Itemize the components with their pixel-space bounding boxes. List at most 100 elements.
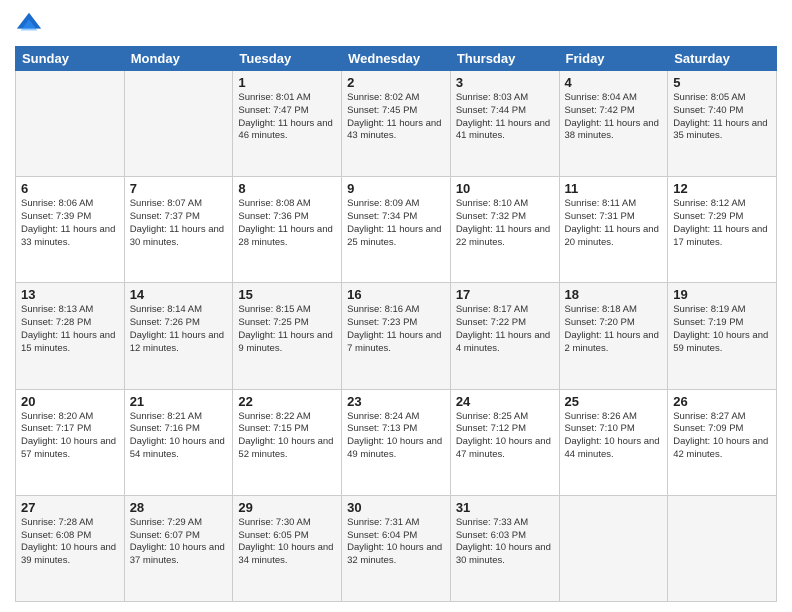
day-number: 1 [238, 75, 336, 90]
calendar-header-thursday: Thursday [450, 47, 559, 71]
calendar-cell: 29 Sunrise: 7:30 AM Sunset: 6:05 PM Dayli… [233, 495, 342, 601]
day-info: Sunrise: 7:29 AM Sunset: 6:07 PM Dayligh… [130, 517, 228, 568]
day-number: 21 [130, 394, 228, 409]
day-number: 8 [238, 181, 336, 196]
day-info: Sunrise: 8:10 AM Sunset: 7:32 PM Dayligh… [456, 198, 554, 249]
day-number: 27 [21, 500, 119, 515]
day-number: 17 [456, 287, 554, 302]
calendar-cell: 8 Sunrise: 8:08 AM Sunset: 7:36 PM Daylig… [233, 177, 342, 283]
day-number: 24 [456, 394, 554, 409]
day-info: Sunrise: 8:04 AM Sunset: 7:42 PM Dayligh… [565, 92, 663, 143]
calendar-cell: 10Sunrise: 8:10 AM Sunset: 7:32 PM Dayli… [450, 177, 559, 283]
day-number: 16 [347, 287, 445, 302]
calendar-cell: 19Sunrise: 8:19 AM Sunset: 7:19 PM Dayli… [668, 283, 777, 389]
day-number: 5 [673, 75, 771, 90]
day-info: Sunrise: 8:05 AM Sunset: 7:40 PM Dayligh… [673, 92, 771, 143]
calendar-cell: 20 Sunrise: 8:20 AM Sunset: 7:17 PM Dayli… [16, 389, 125, 495]
day-info: Sunrise: 8:18 AM Sunset: 7:20 PM Dayligh… [565, 304, 663, 355]
day-number: 23 [347, 394, 445, 409]
calendar-header-friday: Friday [559, 47, 668, 71]
day-info: Sunrise: 8:06 AM Sunset: 7:39 PM Dayligh… [21, 198, 119, 249]
day-number: 12 [673, 181, 771, 196]
day-info: Sunrise: 8:03 AM Sunset: 7:44 PM Dayligh… [456, 92, 554, 143]
day-info: Sunrise: 8:08 AM Sunset: 7:36 PM Dayligh… [238, 198, 336, 249]
calendar-cell [16, 71, 125, 177]
day-number: 28 [130, 500, 228, 515]
calendar-cell: 12 Sunrise: 8:12 AM Sunset: 7:29 PM Dayli… [668, 177, 777, 283]
day-info: Sunrise: 8:17 AM Sunset: 7:22 PM Dayligh… [456, 304, 554, 355]
day-info: Sunrise: 8:12 AM Sunset: 7:29 PM Dayligh… [673, 198, 771, 249]
day-number: 9 [347, 181, 445, 196]
day-info: Sunrise: 8:22 AM Sunset: 7:15 PM Dayligh… [238, 411, 336, 462]
day-number: 29 [238, 500, 336, 515]
calendar-header-sunday: Sunday [16, 47, 125, 71]
calendar-table: SundayMondayTuesdayWednesdayThursdayFrid… [15, 46, 777, 602]
calendar-cell: 5 Sunrise: 8:05 AM Sunset: 7:40 PM Daylig… [668, 71, 777, 177]
calendar-week-4: 20 Sunrise: 8:20 AM Sunset: 7:17 PM Dayli… [16, 389, 777, 495]
calendar-cell: 9 Sunrise: 8:09 AM Sunset: 7:34 PM Daylig… [342, 177, 451, 283]
calendar-cell [124, 71, 233, 177]
day-info: Sunrise: 7:33 AM Sunset: 6:03 PM Dayligh… [456, 517, 554, 568]
day-info: Sunrise: 8:09 AM Sunset: 7:34 PM Dayligh… [347, 198, 445, 249]
day-info: Sunrise: 7:31 AM Sunset: 6:04 PM Dayligh… [347, 517, 445, 568]
day-number: 26 [673, 394, 771, 409]
calendar-cell: 17 Sunrise: 8:17 AM Sunset: 7:22 PM Dayli… [450, 283, 559, 389]
day-number: 7 [130, 181, 228, 196]
page: SundayMondayTuesdayWednesdayThursdayFrid… [0, 0, 792, 612]
calendar-cell: 11 Sunrise: 8:11 AM Sunset: 7:31 PM Dayli… [559, 177, 668, 283]
calendar-cell [668, 495, 777, 601]
day-number: 3 [456, 75, 554, 90]
day-number: 6 [21, 181, 119, 196]
day-info: Sunrise: 8:01 AM Sunset: 7:47 PM Dayligh… [238, 92, 336, 143]
calendar-header-saturday: Saturday [668, 47, 777, 71]
calendar-cell: 21Sunrise: 8:21 AM Sunset: 7:16 PM Dayli… [124, 389, 233, 495]
calendar-cell [559, 495, 668, 601]
day-info: Sunrise: 8:15 AM Sunset: 7:25 PM Dayligh… [238, 304, 336, 355]
day-info: Sunrise: 7:28 AM Sunset: 6:08 PM Dayligh… [21, 517, 119, 568]
header [15, 10, 777, 38]
calendar-cell: 24 Sunrise: 8:25 AM Sunset: 7:12 PM Dayli… [450, 389, 559, 495]
calendar-cell: 1 Sunrise: 8:01 AM Sunset: 7:47 PM Daylig… [233, 71, 342, 177]
calendar-cell: 2Sunrise: 8:02 AM Sunset: 7:45 PM Daylig… [342, 71, 451, 177]
calendar-cell: 6 Sunrise: 8:06 AM Sunset: 7:39 PM Daylig… [16, 177, 125, 283]
calendar-cell: 30 Sunrise: 7:31 AM Sunset: 6:04 PM Dayli… [342, 495, 451, 601]
day-info: Sunrise: 8:20 AM Sunset: 7:17 PM Dayligh… [21, 411, 119, 462]
day-number: 4 [565, 75, 663, 90]
logo-icon [15, 10, 43, 38]
calendar-week-2: 6 Sunrise: 8:06 AM Sunset: 7:39 PM Daylig… [16, 177, 777, 283]
day-number: 20 [21, 394, 119, 409]
calendar-cell: 3 Sunrise: 8:03 AM Sunset: 7:44 PM Daylig… [450, 71, 559, 177]
day-info: Sunrise: 8:11 AM Sunset: 7:31 PM Dayligh… [565, 198, 663, 249]
day-info: Sunrise: 8:14 AM Sunset: 7:26 PM Dayligh… [130, 304, 228, 355]
calendar-cell: 22 Sunrise: 8:22 AM Sunset: 7:15 PM Dayli… [233, 389, 342, 495]
calendar-header-wednesday: Wednesday [342, 47, 451, 71]
calendar-cell: 31 Sunrise: 7:33 AM Sunset: 6:03 PM Dayli… [450, 495, 559, 601]
calendar-cell: 23Sunrise: 8:24 AM Sunset: 7:13 PM Dayli… [342, 389, 451, 495]
day-number: 15 [238, 287, 336, 302]
day-info: Sunrise: 8:25 AM Sunset: 7:12 PM Dayligh… [456, 411, 554, 462]
day-number: 2 [347, 75, 445, 90]
calendar-cell: 28 Sunrise: 7:29 AM Sunset: 6:07 PM Dayli… [124, 495, 233, 601]
day-number: 31 [456, 500, 554, 515]
day-info: Sunrise: 8:27 AM Sunset: 7:09 PM Dayligh… [673, 411, 771, 462]
day-info: Sunrise: 8:19 AM Sunset: 7:19 PM Dayligh… [673, 304, 771, 355]
calendar-week-3: 13 Sunrise: 8:13 AM Sunset: 7:28 PM Dayli… [16, 283, 777, 389]
day-info: Sunrise: 8:07 AM Sunset: 7:37 PM Dayligh… [130, 198, 228, 249]
day-number: 18 [565, 287, 663, 302]
day-info: Sunrise: 8:16 AM Sunset: 7:23 PM Dayligh… [347, 304, 445, 355]
day-number: 22 [238, 394, 336, 409]
calendar-week-1: 1 Sunrise: 8:01 AM Sunset: 7:47 PM Daylig… [16, 71, 777, 177]
calendar-cell: 16 Sunrise: 8:16 AM Sunset: 7:23 PM Dayli… [342, 283, 451, 389]
day-number: 13 [21, 287, 119, 302]
calendar-header-row: SundayMondayTuesdayWednesdayThursdayFrid… [16, 47, 777, 71]
calendar-cell: 13 Sunrise: 8:13 AM Sunset: 7:28 PM Dayli… [16, 283, 125, 389]
day-info: Sunrise: 8:26 AM Sunset: 7:10 PM Dayligh… [565, 411, 663, 462]
calendar-cell: 14Sunrise: 8:14 AM Sunset: 7:26 PM Dayli… [124, 283, 233, 389]
calendar-header-monday: Monday [124, 47, 233, 71]
day-info: Sunrise: 8:13 AM Sunset: 7:28 PM Dayligh… [21, 304, 119, 355]
day-info: Sunrise: 7:30 AM Sunset: 6:05 PM Dayligh… [238, 517, 336, 568]
day-number: 11 [565, 181, 663, 196]
day-number: 30 [347, 500, 445, 515]
calendar-cell: 7 Sunrise: 8:07 AM Sunset: 7:37 PM Daylig… [124, 177, 233, 283]
calendar-cell: 18 Sunrise: 8:18 AM Sunset: 7:20 PM Dayli… [559, 283, 668, 389]
